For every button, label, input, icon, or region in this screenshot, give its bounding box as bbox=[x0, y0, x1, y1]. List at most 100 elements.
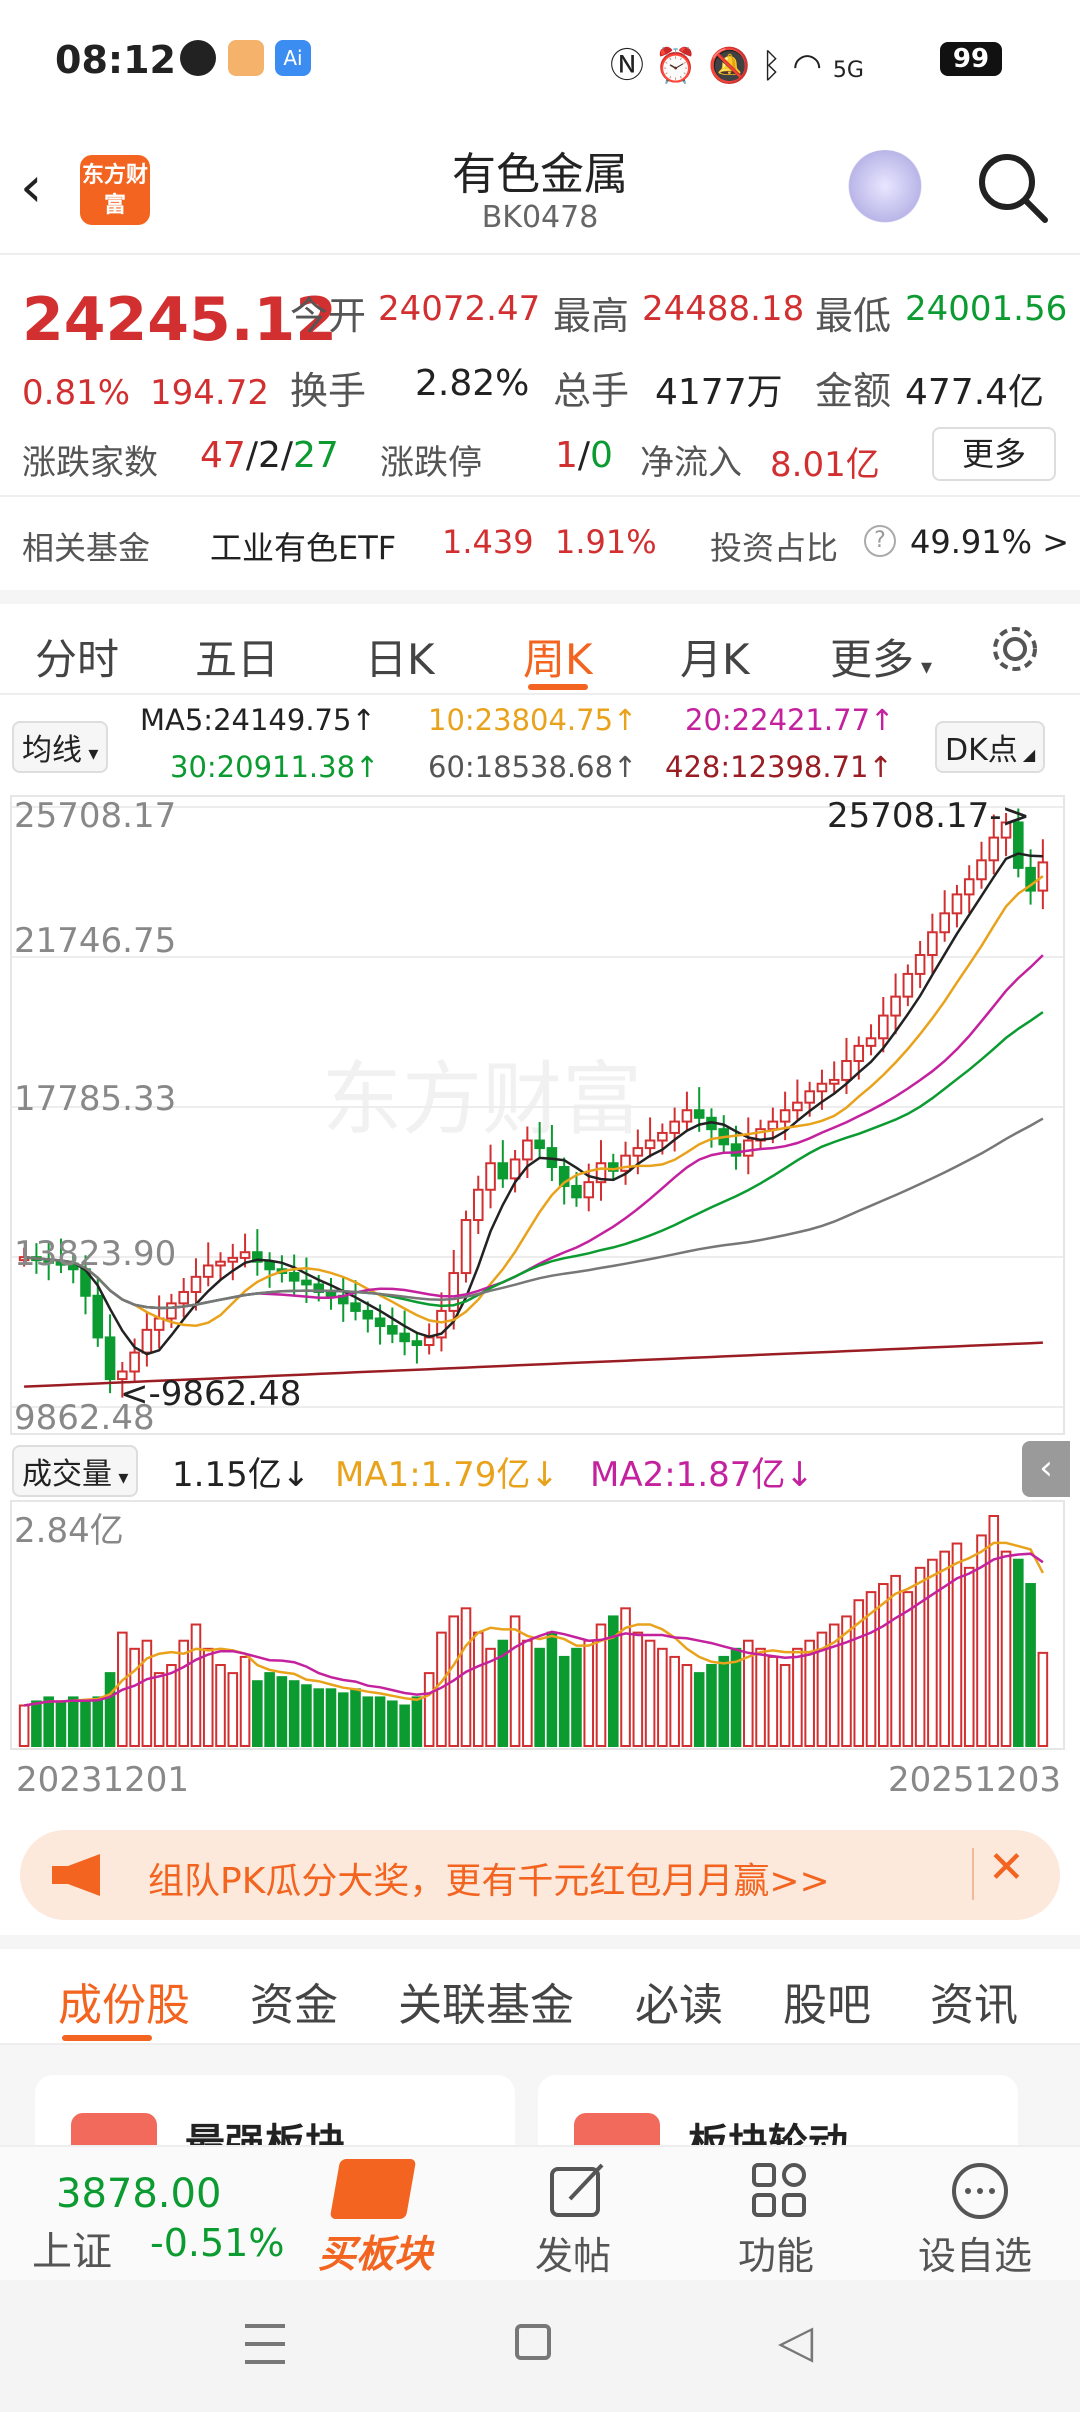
ma-selector[interactable]: 均线 ▾ bbox=[12, 721, 109, 773]
volume-bar bbox=[1000, 1550, 1012, 1747]
candle bbox=[583, 1181, 595, 1199]
low-label: 最低 bbox=[815, 294, 892, 338]
post-icon bbox=[550, 2163, 604, 2217]
turnover-label: 换手 bbox=[290, 369, 367, 413]
candle bbox=[411, 1340, 423, 1346]
volume-bar bbox=[325, 1688, 337, 1747]
menu-icon[interactable] bbox=[245, 2324, 285, 2364]
volume-bar bbox=[583, 1639, 595, 1747]
candle bbox=[239, 1251, 251, 1259]
back-nav-icon[interactable]: ◁ bbox=[778, 2314, 813, 2368]
limit-values: 1/0 bbox=[555, 435, 613, 476]
open-label: 今开 bbox=[290, 294, 367, 338]
candle bbox=[841, 1060, 852, 1081]
volume-bar bbox=[1025, 1583, 1036, 1747]
candle bbox=[92, 1294, 104, 1339]
ratio-value[interactable]: 49.91% > bbox=[910, 523, 1069, 561]
volume-selector[interactable]: 成交量 ▾ bbox=[12, 1445, 139, 1497]
candle bbox=[387, 1325, 398, 1335]
candle bbox=[951, 893, 963, 915]
candle bbox=[129, 1351, 140, 1373]
volume-bar bbox=[951, 1542, 963, 1747]
tab-news[interactable]: 资讯 bbox=[930, 1969, 1018, 2033]
volume-ma2: MA2:1.87亿↓ bbox=[590, 1455, 814, 1495]
tab-must-read[interactable]: 必读 bbox=[635, 1969, 723, 2033]
add-watchlist-icon bbox=[952, 2163, 1008, 2219]
volume-bar bbox=[963, 1566, 975, 1748]
home-icon[interactable] bbox=[515, 2324, 551, 2360]
bottom-toolbar: 3878.00 上证 -0.51% 买板块 发帖 功能 设自选 bbox=[0, 2145, 1080, 2280]
kline-chart[interactable]: 东方财富 25708.17 21746.75 17785.33 13823.90… bbox=[10, 795, 1065, 1438]
candle bbox=[878, 1014, 889, 1040]
volume-bar bbox=[67, 1696, 79, 1747]
card-title: 最强板块 bbox=[185, 2121, 345, 2145]
functions-button[interactable]: 功能 bbox=[738, 2225, 814, 2280]
tab-weekly-k[interactable]: 周K bbox=[523, 626, 593, 687]
volume-bar bbox=[522, 1639, 533, 1747]
candle bbox=[264, 1260, 275, 1271]
card-sector-rotation[interactable]: 板块轮动 bbox=[538, 2075, 1018, 2145]
candle bbox=[399, 1332, 410, 1343]
volume-bar bbox=[399, 1704, 410, 1748]
tab-monthly-k[interactable]: 月K bbox=[680, 626, 750, 687]
y-tick-0: 25708.17 bbox=[14, 797, 176, 836]
ma5-value: MA5:24149.75↑ bbox=[140, 703, 376, 737]
volume-bar bbox=[166, 1664, 177, 1747]
buy-sector-button[interactable]: 买板块 bbox=[318, 2223, 432, 2278]
volume-bar bbox=[571, 1647, 582, 1747]
volume-bar bbox=[902, 1591, 914, 1748]
candle bbox=[693, 1109, 705, 1119]
card-strongest-sector[interactable]: 最强板块 bbox=[35, 2075, 515, 2145]
index-value[interactable]: 3878.00 bbox=[56, 2171, 221, 2217]
volume-chart[interactable]: 2.84亿 bbox=[10, 1500, 1065, 1750]
tab-constituents[interactable]: 成份股 bbox=[58, 1969, 190, 2033]
collapse-icon[interactable]: ‹ bbox=[1022, 1441, 1070, 1497]
volume-bar bbox=[779, 1664, 791, 1747]
help-icon[interactable]: ? bbox=[864, 525, 896, 557]
tab-related-funds[interactable]: 关联基金 bbox=[398, 1969, 574, 2033]
signal-icon: 5G bbox=[832, 58, 864, 83]
high-value: 24488.18 bbox=[642, 289, 805, 329]
limit-label: 涨跌停 bbox=[380, 443, 482, 483]
candle bbox=[853, 1044, 865, 1063]
high-label: 最高 bbox=[553, 294, 630, 338]
settings-icon[interactable] bbox=[988, 622, 1042, 676]
tab-more[interactable]: 更多 ▾ bbox=[830, 626, 932, 687]
candle bbox=[104, 1336, 116, 1381]
promo-banner[interactable]: 组队PK瓜分大奖，更有千元红包月月赢>> ✕ bbox=[20, 1830, 1060, 1920]
quote-panel: 24245.12 0.81% 194.72 今开 24072.47 最高 244… bbox=[0, 255, 1080, 590]
volume-ma1-line bbox=[23, 1541, 1045, 1707]
volume-bar bbox=[362, 1696, 374, 1747]
candle bbox=[657, 1131, 668, 1142]
tab-five-day[interactable]: 五日 bbox=[195, 626, 279, 687]
post-button[interactable]: 发帖 bbox=[535, 2225, 611, 2280]
volume-bar bbox=[153, 1672, 165, 1747]
candle bbox=[362, 1309, 374, 1320]
change-amount: 194.72 bbox=[150, 373, 269, 413]
x-start-label: 20231201 bbox=[16, 1760, 190, 1800]
add-watchlist-button[interactable]: 设自选 bbox=[918, 2225, 1032, 2280]
close-icon[interactable]: ✕ bbox=[988, 1842, 1025, 1893]
candle bbox=[374, 1317, 386, 1328]
index-name[interactable]: 上证 bbox=[32, 2219, 112, 2277]
more-button[interactable]: 更多 bbox=[932, 427, 1056, 481]
tab-capital[interactable]: 资金 bbox=[250, 1969, 338, 2033]
fund-name[interactable]: 工业有色ETF bbox=[210, 523, 396, 569]
tab-forum[interactable]: 股吧 bbox=[783, 1969, 871, 2033]
fund-label: 相关基金 bbox=[22, 529, 151, 567]
watermark: 东方财富 bbox=[322, 1053, 642, 1146]
alarm-icon: ⏰ bbox=[654, 46, 698, 86]
volume-ma2-line bbox=[23, 1552, 1044, 1707]
system-nav-bar: ◁ bbox=[0, 2280, 1080, 2412]
tab-daily-k[interactable]: 日K bbox=[365, 626, 435, 687]
assistant-avatar[interactable] bbox=[845, 150, 925, 230]
search-icon[interactable] bbox=[975, 150, 1051, 226]
dk-point-toggle[interactable]: DK点 ◢ bbox=[935, 721, 1046, 773]
index-pct[interactable]: -0.51% bbox=[150, 2221, 284, 2265]
banner-text: 组队PK瓜分大奖，更有千元红包月月赢>> bbox=[148, 1861, 830, 1902]
tab-intraday[interactable]: 分时 bbox=[35, 626, 119, 687]
volume-bar bbox=[374, 1696, 386, 1747]
volume-bar bbox=[43, 1696, 54, 1747]
candle bbox=[166, 1302, 177, 1320]
candle bbox=[804, 1090, 815, 1104]
